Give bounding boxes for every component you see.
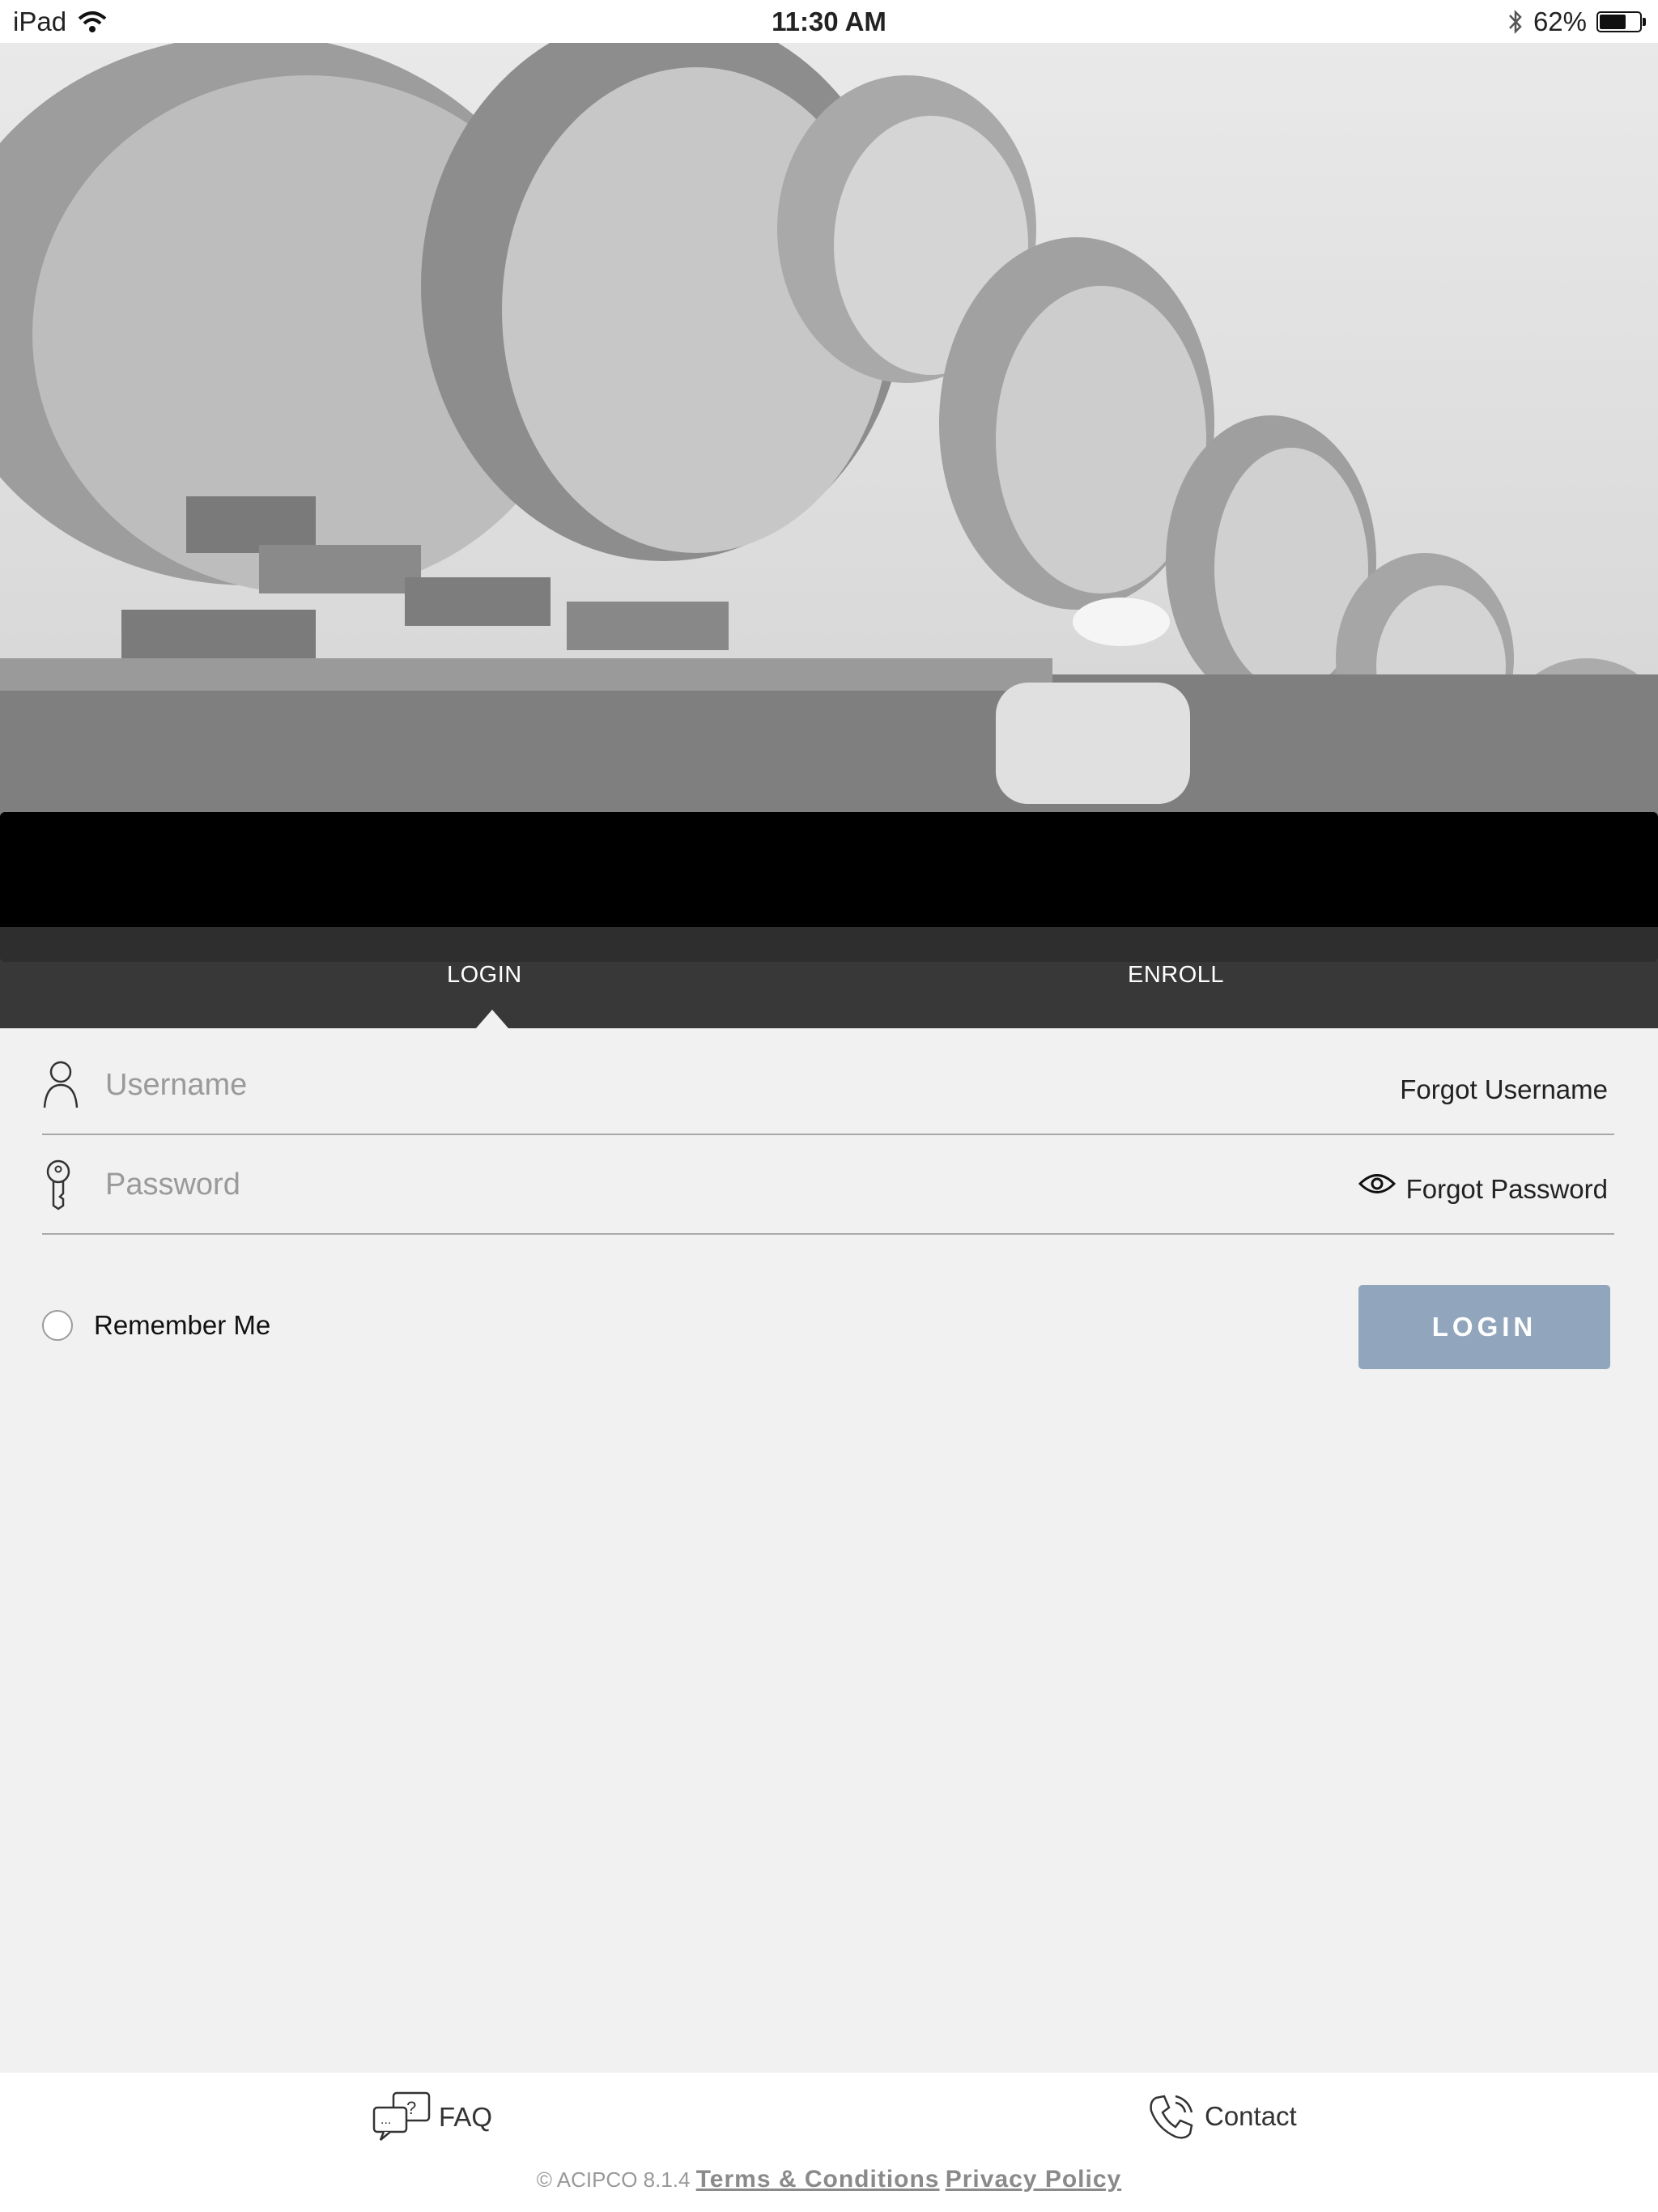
phone-icon	[1150, 2095, 1193, 2139]
username-row: Forgot Username	[42, 1036, 1614, 1135]
legal-row: © ACIPCO 8.1.4 Terms & Conditions Privac…	[0, 2166, 1658, 2193]
contact-link[interactable]: Contact	[1146, 2091, 1297, 2142]
forgot-password-link[interactable]: Forgot Password	[1406, 1174, 1608, 1205]
remember-me-radio[interactable]	[42, 1310, 73, 1341]
svg-text:?: ?	[406, 2098, 416, 2118]
remember-me-row[interactable]: Remember Me	[42, 1310, 270, 1341]
clock: 11:30 AM	[772, 6, 886, 36]
username-input[interactable]	[105, 1061, 1158, 1109]
user-icon	[43, 1061, 79, 1108]
copyright-text: © ACIPCO 8.1.4	[536, 2167, 691, 2192]
bluetooth-icon	[1509, 9, 1522, 35]
battery-percentage: 62%	[1533, 6, 1587, 36]
status-bar: iPad 11:30 AM 62%	[0, 0, 1658, 43]
tab-bar	[0, 927, 1658, 1028]
password-row: Forgot Password	[42, 1136, 1614, 1235]
faq-link[interactable]: ? ... FAQ	[372, 2091, 492, 2143]
svg-text:...: ...	[380, 2113, 391, 2127]
eye-icon[interactable]	[1358, 1172, 1396, 1196]
password-input[interactable]	[105, 1160, 1158, 1209]
battery-icon	[1596, 11, 1646, 32]
tab-enroll[interactable]: ENROLL	[1128, 962, 1224, 989]
terms-link[interactable]: Terms & Conditions	[696, 2166, 940, 2193]
contact-label: Contact	[1205, 2101, 1297, 2131]
forgot-username-link[interactable]: Forgot Username	[1400, 1074, 1608, 1105]
active-tab-indicator	[476, 1010, 508, 1028]
status-right: 62%	[1507, 6, 1646, 37]
hero-image	[0, 43, 1658, 1028]
tab-login[interactable]: LOGIN	[447, 962, 522, 989]
key-icon	[46, 1159, 70, 1210]
faq-icon: ? ...	[372, 2091, 431, 2141]
faq-label: FAQ	[439, 2102, 493, 2132]
remember-me-label: Remember Me	[94, 1310, 271, 1340]
privacy-link[interactable]: Privacy Policy	[946, 2166, 1121, 2193]
login-button[interactable]: LOGIN	[1358, 1285, 1610, 1369]
